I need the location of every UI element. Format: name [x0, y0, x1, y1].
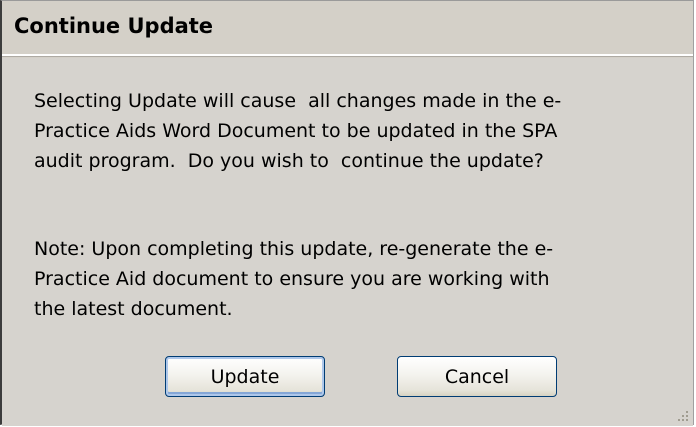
- cancel-button[interactable]: Cancel: [397, 356, 557, 397]
- confirmation-message: Selecting Update will cause all changes …: [34, 90, 562, 172]
- update-button[interactable]: Update: [165, 356, 325, 397]
- note-message: Note: Upon completing this update, re-ge…: [34, 238, 554, 320]
- continue-update-dialog: Continue Update Selecting Update will ca…: [0, 0, 694, 426]
- dialog-title-bar[interactable]: Continue Update: [2, 1, 693, 56]
- dialog-body: Selecting Update will cause all changes …: [2, 58, 693, 426]
- dialog-title: Continue Update: [14, 14, 214, 38]
- resize-grip-icon[interactable]: [678, 411, 690, 423]
